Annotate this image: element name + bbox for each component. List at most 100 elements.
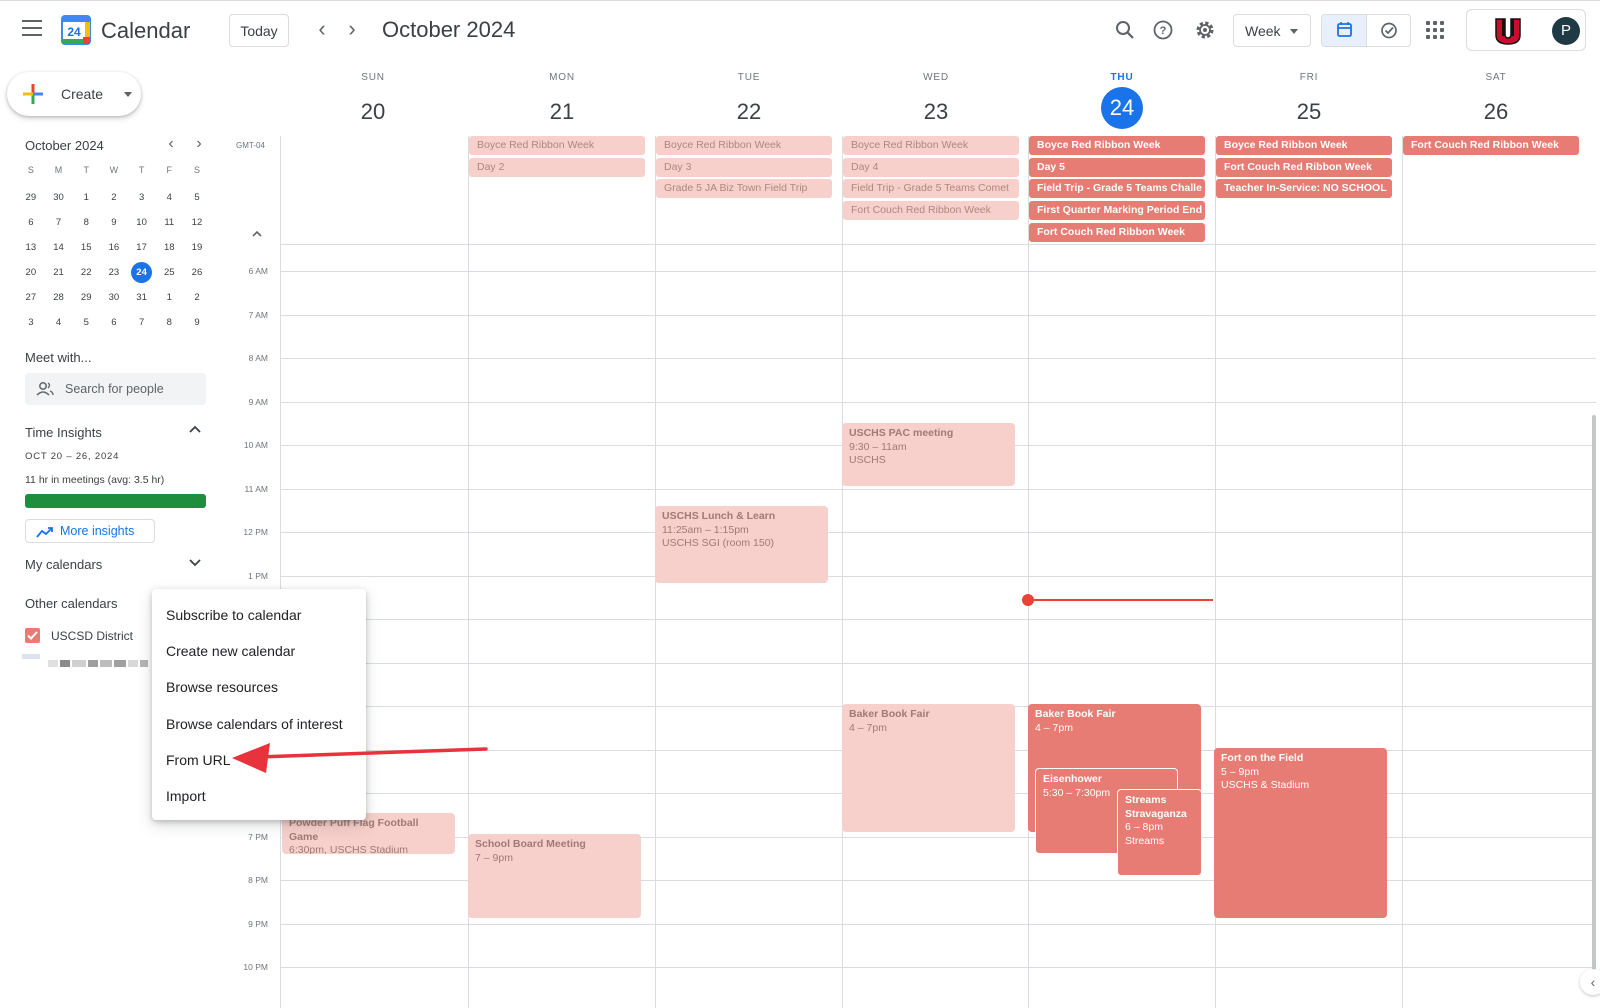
calendar-view-button[interactable] (1322, 15, 1367, 46)
more-insights-button[interactable]: More insights (25, 519, 155, 543)
day-header-fri[interactable]: FRI 25 (1216, 72, 1402, 133)
mini-day[interactable]: 6 (100, 310, 128, 335)
event-baker-book-fair[interactable]: Baker Book Fair 4 – 7pm (842, 704, 1015, 832)
prev-week-button[interactable]: ‹ (310, 18, 334, 42)
mini-day[interactable]: 24 (128, 260, 156, 285)
mini-day[interactable]: 20 (17, 260, 45, 285)
mini-day[interactable]: 29 (17, 185, 45, 210)
menu-item-import[interactable]: Import (152, 778, 366, 814)
view-selector[interactable]: Week (1233, 14, 1311, 47)
all-day-event-chip[interactable]: Day 2 (469, 157, 645, 177)
mini-day[interactable]: 17 (128, 235, 156, 260)
event-fort-on-the-field[interactable]: Fort on the Field 5 – 9pm USCHS & Stadiu… (1214, 748, 1387, 918)
avatar[interactable]: P (1552, 17, 1580, 45)
day-number[interactable]: 20 (352, 91, 394, 133)
mini-day[interactable]: 7 (45, 210, 73, 235)
mini-day[interactable]: 5 (72, 310, 100, 335)
mini-day[interactable]: 18 (155, 235, 183, 260)
all-day-event-chip[interactable]: Boyce Red Ribbon Week (656, 136, 832, 155)
mini-day[interactable]: 3 (17, 310, 45, 335)
all-day-event-chip[interactable]: Fort Couch Red Ribbon Week (1216, 157, 1392, 177)
day-header-sat[interactable]: SAT 26 (1403, 72, 1589, 133)
mini-day[interactable]: 3 (128, 185, 156, 210)
mini-next-month-button[interactable]: › (190, 135, 208, 153)
day-header-mon[interactable]: MON 21 (469, 72, 655, 133)
side-panel-toggle-button[interactable]: ‹ (1580, 969, 1600, 995)
mini-day[interactable]: 19 (183, 235, 211, 260)
mini-day[interactable]: 27 (17, 285, 45, 310)
mini-day[interactable]: 21 (45, 260, 73, 285)
menu-item-browse-resources[interactable]: Browse resources (152, 669, 366, 705)
day-number[interactable]: 21 (541, 91, 583, 133)
day-number[interactable]: 26 (1475, 91, 1517, 133)
mini-day[interactable]: 6 (17, 210, 45, 235)
menu-item-subscribe-to-calendar[interactable]: Subscribe to calendar (152, 597, 366, 633)
day-number[interactable]: 22 (728, 91, 770, 133)
search-icon[interactable] (1112, 17, 1138, 43)
mini-day[interactable]: 25 (155, 260, 183, 285)
all-day-event-chip[interactable]: First Quarter Marking Period End (1029, 201, 1205, 221)
mini-day[interactable]: 23 (100, 260, 128, 285)
other-calendars-title[interactable]: Other calendars (25, 596, 118, 611)
day-number[interactable]: 25 (1288, 91, 1330, 133)
all-day-event-chip[interactable]: Boyce Red Ribbon Week (1029, 136, 1205, 155)
mini-prev-month-button[interactable]: ‹ (162, 135, 180, 153)
mini-day[interactable]: 13 (17, 235, 45, 260)
mini-day[interactable]: 28 (45, 285, 73, 310)
menu-item-create-new-calendar[interactable]: Create new calendar (152, 633, 366, 669)
tasks-view-button[interactable] (1367, 15, 1410, 46)
help-icon[interactable]: ? (1150, 17, 1176, 43)
calendar-checkbox[interactable] (25, 628, 40, 643)
all-day-event-chip[interactable]: Day 5 (1029, 157, 1205, 177)
calendar-logo-icon[interactable]: 24 (61, 15, 91, 45)
mini-day[interactable]: 30 (45, 185, 73, 210)
event-lunch-and-learn[interactable]: USCHS Lunch & Learn 11:25am – 1:15pm USC… (655, 506, 828, 583)
mini-day[interactable]: 15 (72, 235, 100, 260)
chevron-up-icon[interactable] (186, 421, 204, 439)
mini-day[interactable]: 26 (183, 260, 211, 285)
mini-day[interactable]: 5 (183, 185, 211, 210)
settings-icon[interactable] (1192, 17, 1218, 43)
mini-day[interactable]: 8 (155, 310, 183, 335)
mini-day[interactable]: 1 (155, 285, 183, 310)
create-button[interactable]: Create (7, 72, 141, 116)
mini-day[interactable]: 9 (100, 210, 128, 235)
day-number[interactable]: 23 (915, 91, 957, 133)
mini-day[interactable]: 29 (72, 285, 100, 310)
all-day-event-chip[interactable]: Fort Couch Red Ribbon Week (1403, 136, 1579, 155)
day-number[interactable]: 24 (1101, 87, 1143, 129)
day-header-thu[interactable]: THU 24 (1029, 72, 1215, 129)
account-switcher[interactable]: P (1466, 9, 1586, 51)
event-school-board-meeting[interactable]: School Board Meeting 7 – 9pm (468, 834, 641, 918)
all-day-event-chip[interactable]: Grade 5 JA Biz Town Field Trip (656, 179, 832, 199)
all-day-event-chip[interactable]: Field Trip - Grade 5 Teams Challe (1029, 179, 1205, 199)
event-pac-meeting[interactable]: USCHS PAC meeting 9:30 – 11am USCHS (842, 423, 1015, 486)
my-calendars-title[interactable]: My calendars (25, 557, 102, 572)
event-streams-stravaganza[interactable]: Streams Stravaganza 6 – 8pm Streams (1117, 789, 1202, 876)
today-button[interactable]: Today (229, 14, 289, 47)
all-day-event-chip[interactable]: Fort Couch Red Ribbon Week (843, 201, 1019, 221)
mini-day[interactable]: 11 (155, 210, 183, 235)
all-day-event-chip[interactable]: Day 3 (656, 157, 832, 177)
mini-day[interactable]: 7 (128, 310, 156, 335)
apps-icon[interactable] (1426, 21, 1444, 39)
search-people-input[interactable]: Search for people (25, 373, 206, 405)
mini-day[interactable]: 31 (128, 285, 156, 310)
mini-day[interactable]: 2 (100, 185, 128, 210)
mini-day[interactable]: 4 (155, 185, 183, 210)
mini-day[interactable]: 9 (183, 310, 211, 335)
next-week-button[interactable]: › (340, 18, 364, 42)
chevron-down-icon[interactable] (186, 553, 204, 571)
mini-day[interactable]: 22 (72, 260, 100, 285)
all-day-event-chip[interactable]: Field Trip - Grade 5 Teams Comet (843, 179, 1019, 199)
chevron-up-icon[interactable] (249, 226, 265, 242)
menu-icon[interactable] (22, 20, 42, 36)
day-header-wed[interactable]: WED 23 (843, 72, 1029, 133)
mini-day[interactable]: 16 (100, 235, 128, 260)
mini-day[interactable]: 2 (183, 285, 211, 310)
mini-day[interactable]: 10 (128, 210, 156, 235)
mini-day[interactable]: 4 (45, 310, 73, 335)
all-day-event-chip[interactable]: Fort Couch Red Ribbon Week (1029, 222, 1205, 242)
day-header-sun[interactable]: SUN 20 (280, 72, 466, 133)
mini-day[interactable]: 8 (72, 210, 100, 235)
